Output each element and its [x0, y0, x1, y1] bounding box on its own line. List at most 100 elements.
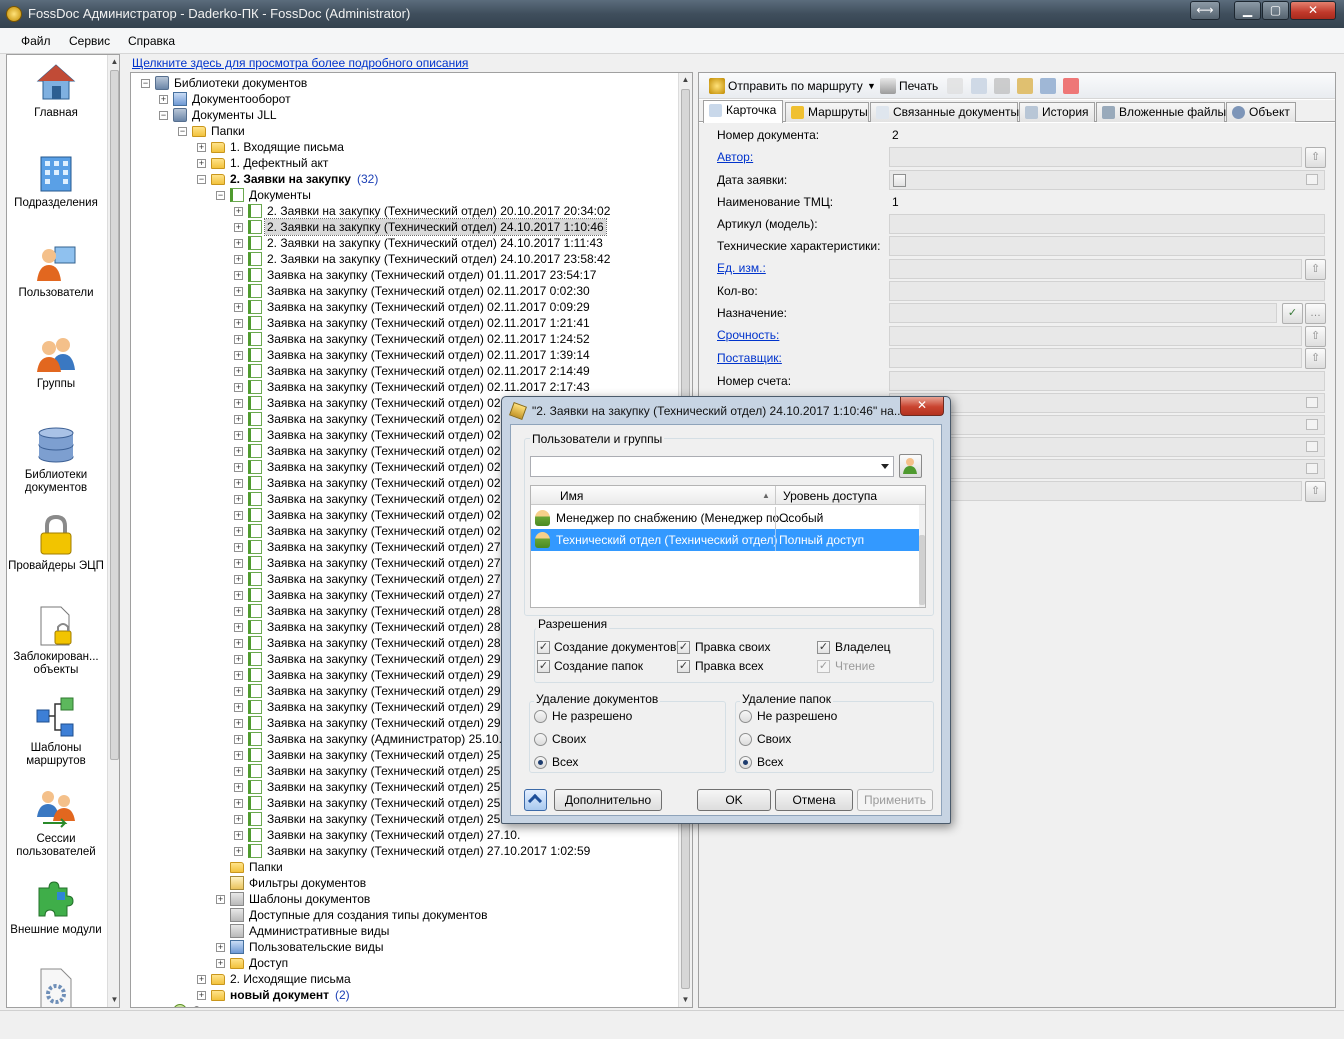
expand-icon[interactable]: + [234, 719, 243, 728]
tree-node[interactable]: + Пользовательские виды [131, 939, 671, 955]
grid-scrollbar[interactable] [919, 505, 925, 607]
expand-icon[interactable]: + [234, 623, 243, 632]
expand-icon[interactable]: + [159, 95, 168, 104]
supplier-link[interactable]: Поставщик: [717, 351, 782, 365]
pdf-icon[interactable] [1063, 78, 1079, 94]
tree-node[interactable]: + Шаблоны документов [131, 891, 671, 907]
tree-node[interactable]: + Заявка на закупку (Технический отдел) 0… [131, 299, 671, 315]
col-access-header[interactable]: Уровень доступа [783, 489, 877, 503]
expand-icon[interactable]: + [234, 703, 243, 712]
tree-node[interactable]: +2. Заявки на закупку (Технический отдел… [131, 251, 671, 267]
calendar-icon[interactable] [1306, 419, 1318, 430]
expand-icon[interactable]: + [216, 943, 225, 952]
expand-icon[interactable]: + [234, 575, 243, 584]
tree-node[interactable]: +Справочники [131, 1003, 671, 1007]
create-folders-checkbox[interactable]: ✓ [537, 660, 550, 673]
expand-icon[interactable]: + [234, 415, 243, 424]
nav-groups[interactable]: Группы [7, 332, 105, 391]
delete-folders-all-radio[interactable] [739, 756, 752, 769]
scroll-thumb[interactable] [110, 70, 119, 760]
tree-node[interactable]: − Документы JLL [131, 107, 671, 123]
nav-locked-objects[interactable]: Заблокирован... объекты [7, 605, 105, 677]
tree-node[interactable]: + Заявка на закупку (Технический отдел) 0… [131, 283, 671, 299]
select-urgency-button[interactable]: ⇧ [1305, 326, 1326, 347]
supplier-field[interactable] [889, 348, 1302, 368]
scroll-up-icon[interactable]: ▲ [679, 73, 692, 86]
expand-icon[interactable]: + [234, 831, 243, 840]
expand-icon[interactable]: + [234, 591, 243, 600]
collapse-icon[interactable]: − [197, 175, 206, 184]
expand-icon[interactable]: + [216, 959, 225, 968]
save-icon[interactable] [994, 78, 1010, 94]
purpose-field[interactable] [889, 303, 1277, 323]
delete-folders-none-radio[interactable] [739, 710, 752, 723]
tree-node[interactable]: +2. Исходящие письма [131, 971, 671, 987]
send-route-button[interactable]: Отправить по маршруту [728, 79, 863, 93]
expand-icon[interactable]: + [234, 383, 243, 392]
user-group-combo[interactable] [530, 456, 894, 477]
create-docs-checkbox[interactable]: ✓ [537, 641, 550, 654]
scroll-down-icon[interactable]: ▼ [108, 993, 119, 1006]
tree-node[interactable]: Административные виды [131, 923, 671, 939]
edit-all-checkbox[interactable]: ✓ [677, 660, 690, 673]
select-author-button[interactable]: ⇧ [1305, 147, 1326, 168]
collapse-icon[interactable]: − [141, 79, 150, 88]
expand-icon[interactable]: + [234, 399, 243, 408]
expand-icon[interactable]: + [234, 303, 243, 312]
nav-scrollbar[interactable]: ▲ ▼ [107, 55, 119, 1007]
expand-icon[interactable]: + [234, 223, 243, 232]
sign-icon[interactable] [1017, 78, 1033, 94]
collapse-icon[interactable]: − [216, 191, 225, 200]
expand-icon[interactable]: + [234, 431, 243, 440]
tree-node[interactable]: + Заявки на закупку (Технический отдел) 2… [131, 827, 671, 843]
urgency-link[interactable]: Срочность: [717, 328, 779, 342]
archive-icon[interactable] [1040, 78, 1056, 94]
nav-doc-libraries[interactable]: Библиотеки документов [7, 423, 105, 495]
collapse-icon[interactable]: − [159, 111, 168, 120]
expand-icon[interactable]: + [234, 735, 243, 744]
select-unit-button[interactable]: ⇧ [1305, 259, 1326, 280]
expand-icon[interactable]: + [234, 495, 243, 504]
urgency-field[interactable] [889, 326, 1302, 346]
tree-node[interactable]: + новый документ (2) [131, 987, 671, 1003]
collapse-chevron-icon[interactable] [524, 789, 547, 811]
article-field[interactable] [889, 214, 1325, 234]
tab-history[interactable]: История [1019, 102, 1095, 122]
expand-icon[interactable]: + [234, 671, 243, 680]
tree-node[interactable]: + Заявка на закупку (Технический отдел) 0… [131, 363, 671, 379]
expand-icon[interactable]: + [234, 463, 243, 472]
scroll-down-icon[interactable]: ▼ [679, 993, 692, 1006]
export-icon[interactable] [971, 78, 987, 94]
invoice-field[interactable] [889, 371, 1325, 391]
tree-node[interactable]: − Документы [131, 187, 671, 203]
nav-route-templates[interactable]: Шаблоны маршрутов [7, 696, 105, 768]
edit-own-checkbox[interactable]: ✓ [677, 641, 690, 654]
expand-icon[interactable]: + [234, 271, 243, 280]
expand-icon[interactable]: + [234, 767, 243, 776]
tech-field[interactable] [889, 236, 1325, 256]
menu-file[interactable]: Файл [21, 34, 51, 48]
expand-icon[interactable]: + [234, 335, 243, 344]
expand-icon[interactable]: + [234, 655, 243, 664]
tree-node[interactable]: Доступные для создания типы документов [131, 907, 671, 923]
author-link[interactable]: Автор: [717, 150, 753, 164]
tree-node[interactable]: + Заявка на закупку (Технический отдел) 0… [131, 379, 671, 395]
unit-link[interactable]: Ед. изм.: [717, 261, 766, 275]
minimize-button[interactable]: ▁ [1234, 1, 1261, 20]
tab-routes[interactable]: Маршруты [785, 102, 869, 122]
tree-node[interactable]: − 2. Заявки на закупку (32) [131, 171, 671, 187]
unit-field[interactable] [889, 259, 1302, 279]
expand-icon[interactable]: + [216, 895, 225, 904]
restore-size-icon[interactable]: ⟷ [1190, 1, 1220, 20]
nav-home[interactable]: Главная [7, 61, 105, 120]
select-button[interactable]: ⇧ [1305, 481, 1326, 502]
expand-icon[interactable]: + [197, 159, 206, 168]
col-name-header[interactable]: Имя [560, 489, 583, 503]
expand-icon[interactable]: + [234, 751, 243, 760]
checkmark-icon[interactable]: ✓ [1282, 303, 1303, 324]
menu-service[interactable]: Сервис [69, 34, 110, 48]
dropdown-arrow-icon[interactable]: ▼ [867, 81, 876, 91]
close-button[interactable]: ✕ [1290, 1, 1336, 20]
nav-user-sessions[interactable]: Сессии пользователей [7, 787, 105, 859]
calendar-icon[interactable] [1306, 441, 1318, 452]
